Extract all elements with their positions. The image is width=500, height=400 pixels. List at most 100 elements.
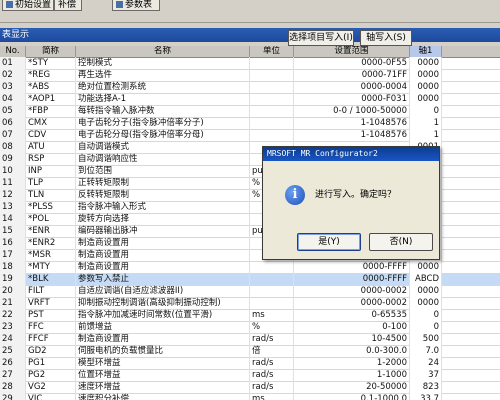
row-axis1-value[interactable]: 1	[410, 129, 442, 141]
confirm-dialog: MRSOFT MR Configurator2 i 进行写入。确定吗？ 是(Y)…	[262, 146, 440, 260]
row-axis1-value[interactable]: ABCD	[410, 273, 442, 285]
row-abbr: *STY	[26, 57, 76, 69]
row-no: 09	[0, 153, 26, 165]
row-abbr: *ABS	[26, 81, 76, 93]
row-range: 0-0 / 1000-50000	[294, 105, 410, 117]
row-range: 10-4500	[294, 333, 410, 345]
no-button[interactable]: 否(N)	[369, 233, 433, 251]
row-axis1-value[interactable]: 7.0	[410, 345, 442, 357]
row-abbr: *POL	[26, 213, 76, 225]
table-row[interactable]: 29 VIC 速度积分补偿 ms 0.1-1000.0 33.7	[0, 393, 500, 400]
row-no: 14	[0, 213, 26, 225]
row-range: 0000-0002	[294, 285, 410, 297]
row-axis1-value[interactable]: 0000	[410, 57, 442, 69]
row-unit	[250, 297, 294, 309]
dialog-message: 进行写入。确定吗？	[315, 190, 397, 200]
row-axis1-value[interactable]: 0	[410, 309, 442, 321]
row-unit: rad/s	[250, 369, 294, 381]
row-range: 0000-F031	[294, 93, 410, 105]
row-no: 20	[0, 285, 26, 297]
row-unit	[250, 81, 294, 93]
parameter-list-button[interactable]: 参数表	[112, 0, 160, 11]
row-name: 制造商设置用	[76, 333, 250, 345]
row-name: 速度环增益	[76, 381, 250, 393]
panel-title-bar	[0, 28, 500, 42]
row-name: 控制模式	[76, 57, 250, 69]
row-no: 05	[0, 105, 26, 117]
header-no: No.	[0, 46, 26, 57]
row-unit	[250, 105, 294, 117]
row-unit	[250, 129, 294, 141]
row-axis1-value[interactable]: 500	[410, 333, 442, 345]
row-abbr: FILT	[26, 285, 76, 297]
row-name: 位置环增益	[76, 369, 250, 381]
select-item-write-button[interactable]: 选择项目写入(I)	[288, 30, 354, 46]
row-unit: rad/s	[250, 333, 294, 345]
row-abbr: *ENR	[26, 225, 76, 237]
row-no: 24	[0, 333, 26, 345]
row-axis1-value[interactable]: 0000	[410, 93, 442, 105]
row-range: 0-100	[294, 321, 410, 333]
row-axis1-value[interactable]: 0000	[410, 297, 442, 309]
row-no: 28	[0, 381, 26, 393]
row-abbr: *FBP	[26, 105, 76, 117]
row-name: 旋转方向选择	[76, 213, 250, 225]
row-axis1-value[interactable]: 0000	[410, 69, 442, 81]
row-axis1-value[interactable]: 0000	[410, 261, 442, 273]
axis-write-button[interactable]: 轴写入(S)	[360, 30, 412, 46]
row-axis1-value[interactable]: 1	[410, 117, 442, 129]
row-abbr: VRFT	[26, 297, 76, 309]
dialog-title: MRSOFT MR Configurator2	[263, 147, 439, 161]
row-unit: %	[250, 321, 294, 333]
row-name: 自动调谐模式	[76, 141, 250, 153]
row-range: 0000-FFFF	[294, 273, 410, 285]
row-range: 0000-0004	[294, 81, 410, 93]
row-range: 1-1048576	[294, 129, 410, 141]
settings-icon	[6, 1, 13, 8]
row-name: 再生选件	[76, 69, 250, 81]
row-abbr: PG2	[26, 369, 76, 381]
row-abbr: TLN	[26, 189, 76, 201]
row-name: 反转转矩限制	[76, 189, 250, 201]
row-abbr: GD2	[26, 345, 76, 357]
row-no: 26	[0, 357, 26, 369]
row-abbr: INP	[26, 165, 76, 177]
row-name: 参数写入禁止	[76, 273, 250, 285]
row-unit	[250, 93, 294, 105]
header-axis1: 轴1	[410, 46, 442, 57]
row-abbr: PST	[26, 309, 76, 321]
row-axis1-value[interactable]: 0	[410, 105, 442, 117]
row-abbr: *ENR2	[26, 237, 76, 249]
row-axis1-value[interactable]: 24	[410, 357, 442, 369]
row-axis1-value[interactable]: 0000	[410, 285, 442, 297]
row-range: 0000-0002	[294, 297, 410, 309]
yes-button[interactable]: 是(Y)	[297, 233, 361, 251]
row-name: 制造商设置用	[76, 237, 250, 249]
row-range: 0000-71FF	[294, 69, 410, 81]
row-abbr: VIC	[26, 393, 76, 400]
row-name: 电子齿轮分子(指令脉冲倍率分子)	[76, 117, 250, 129]
row-axis1-value[interactable]: 37	[410, 369, 442, 381]
row-no: 27	[0, 369, 26, 381]
row-no: 07	[0, 129, 26, 141]
header-name: 名称	[76, 46, 250, 57]
info-icon: i	[285, 185, 305, 205]
compensation-button[interactable]: 补偿	[54, 0, 82, 11]
row-abbr: ATU	[26, 141, 76, 153]
row-axis1-value[interactable]: 33.7	[410, 393, 442, 400]
row-unit	[250, 273, 294, 285]
row-name: 模型环增益	[76, 357, 250, 369]
row-abbr: VG2	[26, 381, 76, 393]
row-no: 10	[0, 165, 26, 177]
row-abbr: PG1	[26, 357, 76, 369]
row-axis1-value[interactable]: 0000	[410, 81, 442, 93]
row-axis1-value[interactable]: 0	[410, 321, 442, 333]
row-axis1-value[interactable]: 823	[410, 381, 442, 393]
row-no: 11	[0, 177, 26, 189]
row-range: 0.1-1000.0	[294, 393, 410, 400]
row-no: 08	[0, 141, 26, 153]
row-unit: 倍	[250, 345, 294, 357]
row-abbr: *BLK	[26, 273, 76, 285]
initial-settings-button[interactable]: 初始设置	[2, 0, 54, 11]
row-name: 指令脉冲加减速时间常数(位置平滑)	[76, 309, 250, 321]
